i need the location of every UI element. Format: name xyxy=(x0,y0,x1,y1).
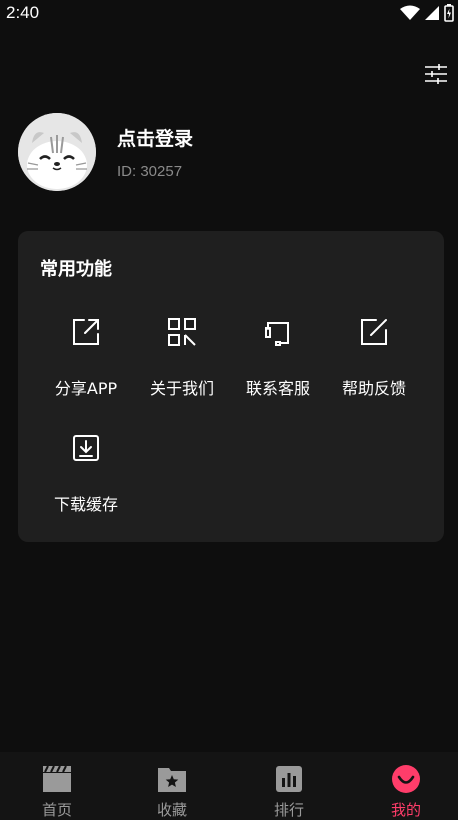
edit-icon xyxy=(361,319,387,345)
contact-support-button[interactable]: 联系客服 xyxy=(230,317,326,417)
bottom-navigation: 首页 收藏 排行 我的 xyxy=(0,752,458,820)
func-label: 分享APP xyxy=(54,379,118,398)
login-link[interactable]: 点击登录 xyxy=(117,124,193,151)
user-id: ID: 30257 xyxy=(117,163,183,180)
clapperboard-icon xyxy=(43,765,71,792)
wifi-icon xyxy=(400,5,420,20)
common-functions-card: 常用功能 分享APP 关于我们 联系客服 帮助反馈 下载缓存 xyxy=(18,231,444,542)
nav-label: 我的 xyxy=(390,801,421,819)
signal-icon xyxy=(425,6,439,20)
func-label: 帮助反馈 xyxy=(341,379,406,398)
cat-face-icon xyxy=(18,113,96,191)
about-us-button[interactable]: 关于我们 xyxy=(134,317,230,417)
headset-icon xyxy=(265,322,289,346)
sliders-icon xyxy=(425,64,447,84)
nav-label: 排行 xyxy=(273,801,304,819)
share-app-button[interactable]: 分享APP xyxy=(38,317,134,417)
status-time: 2:40 xyxy=(6,3,40,22)
download-icon xyxy=(73,435,99,461)
func-label: 关于我们 xyxy=(149,379,214,398)
nav-ranking[interactable]: 排行 xyxy=(232,752,346,820)
share-icon xyxy=(73,319,99,345)
battery-icon xyxy=(444,4,454,22)
card-title: 常用功能 xyxy=(40,259,112,280)
nav-label: 首页 xyxy=(41,801,72,819)
status-bar: 2:40 xyxy=(0,0,458,28)
nav-home[interactable]: 首页 xyxy=(0,752,114,820)
star-folder-icon xyxy=(158,768,186,792)
avatar[interactable] xyxy=(18,113,96,191)
nav-favorites[interactable]: 收藏 xyxy=(115,752,229,820)
nav-mine[interactable]: 我的 xyxy=(349,752,458,820)
nav-label: 收藏 xyxy=(156,801,187,819)
settings-button[interactable] xyxy=(424,62,448,86)
status-icons xyxy=(400,4,454,22)
help-feedback-button[interactable]: 帮助反馈 xyxy=(326,317,422,417)
smile-face-icon xyxy=(392,765,420,793)
func-label: 下载缓存 xyxy=(53,495,118,514)
qr-grid-icon xyxy=(168,318,196,346)
download-cache-button[interactable]: 下载缓存 xyxy=(38,433,134,533)
func-label: 联系客服 xyxy=(245,379,310,398)
bar-chart-icon xyxy=(276,766,302,792)
